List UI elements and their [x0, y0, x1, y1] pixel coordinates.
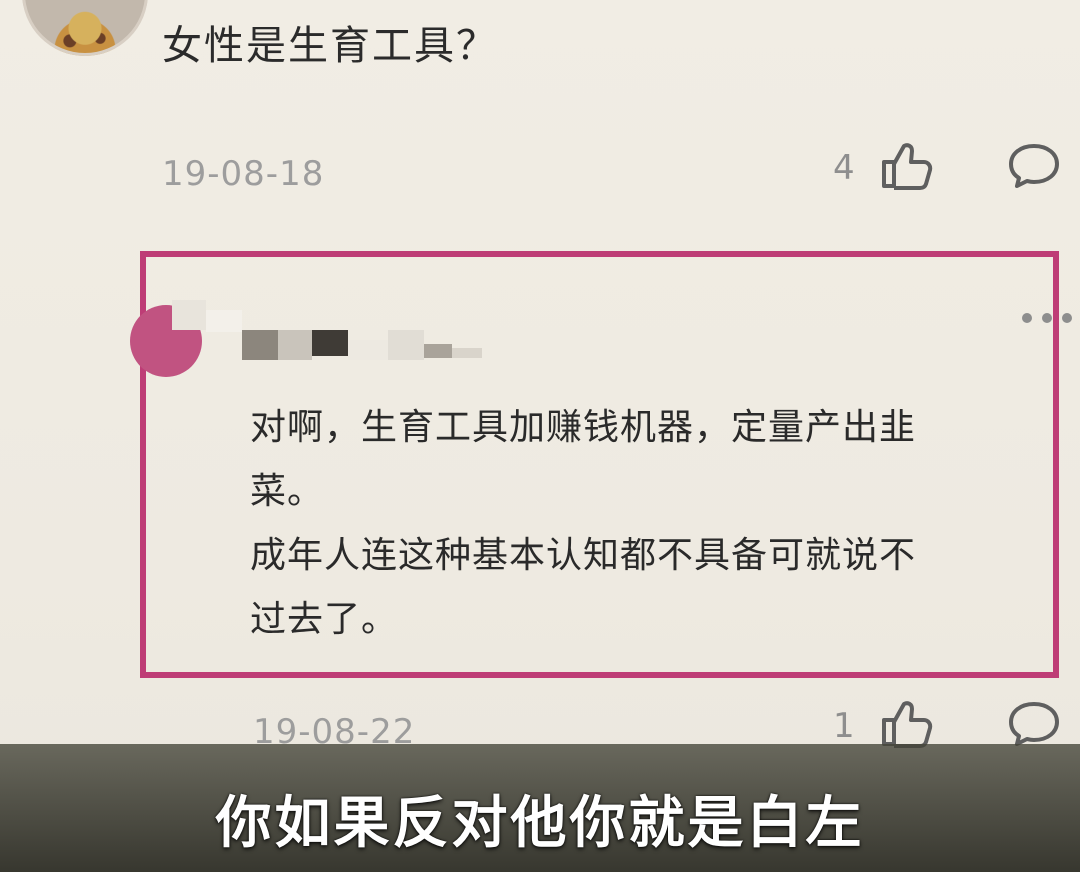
parent-like-count: 4: [833, 148, 855, 188]
reply-text: 对啊，生育工具加赚钱机器，定量产出韭 菜。 成年人连这种基本认知都不具备可就说不…: [250, 396, 1070, 652]
mosaic-block: [348, 340, 388, 360]
mosaic-block: [278, 330, 312, 360]
reply-text-line: 对啊，生育工具加赚钱机器，定量产出韭: [250, 407, 917, 448]
comment-bubble-icon[interactable]: [1006, 140, 1062, 192]
mosaic-block: [388, 330, 424, 360]
commenter-avatar[interactable]: [22, 0, 148, 56]
mosaic-block: [206, 310, 242, 332]
mosaic-block: [242, 330, 278, 360]
comment-bubble-icon[interactable]: [1006, 698, 1062, 750]
video-subtitle: 你如果反对他你就是白左: [215, 791, 865, 856]
mosaic-block: [172, 300, 206, 330]
reply-text-line: 过去了。: [250, 599, 399, 640]
reply-text-line: 成年人连这种基本认知都不具备可就说不: [250, 535, 917, 576]
more-dots-icon[interactable]: [1019, 310, 1075, 326]
comment-thread-screen: 女性是生育工具？ 19-08-18 4 对啊，生育工具加赚钱机器，定量产出韭 菜…: [0, 0, 1080, 872]
reply-like-count: 1: [833, 706, 855, 746]
obscured-username: [172, 300, 502, 370]
parent-comment-text: 女性是生育工具？: [162, 23, 498, 69]
mosaic-block: [424, 344, 452, 358]
reply-text-line: 菜。: [250, 471, 325, 512]
mosaic-block: [312, 330, 348, 356]
parent-comment-date: 19-08-18: [162, 154, 325, 194]
mosaic-block: [452, 348, 482, 358]
thumbs-up-icon[interactable]: [878, 138, 934, 194]
